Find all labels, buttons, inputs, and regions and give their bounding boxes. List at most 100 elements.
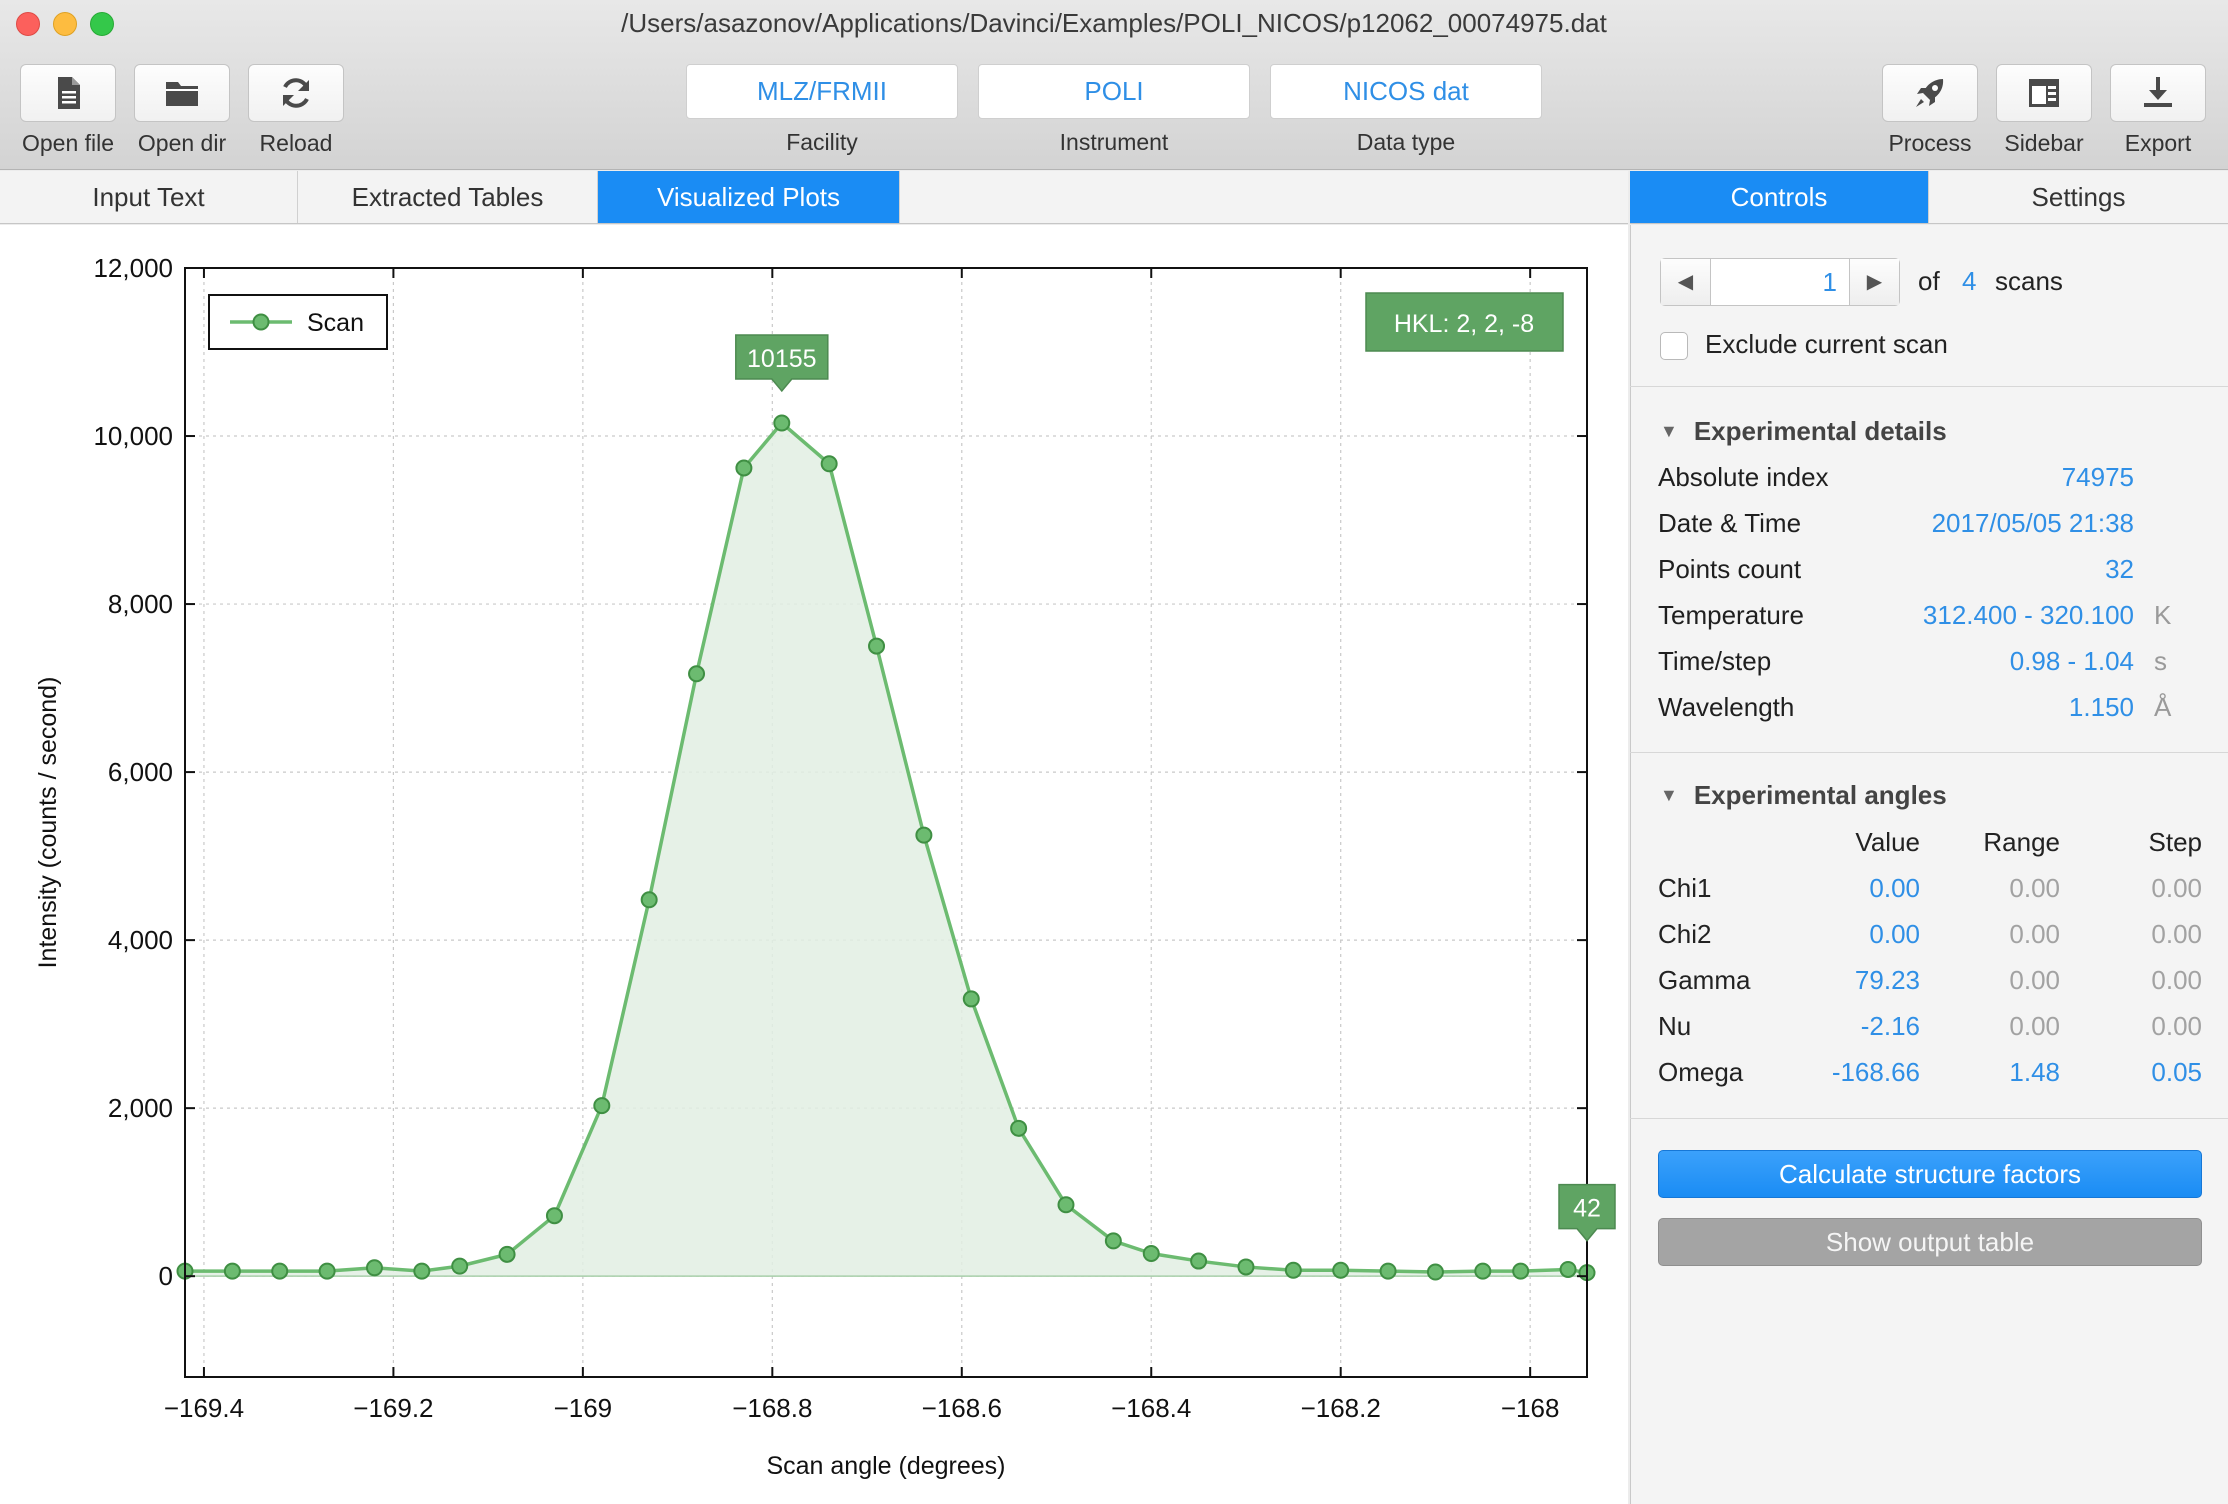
scan-stepper[interactable]: ◀ 1 ▶: [1660, 258, 1900, 306]
open-dir-button[interactable]: [134, 64, 230, 122]
open-dir-label: Open dir: [137, 130, 227, 156]
y-tick-label: 8,000: [108, 589, 173, 619]
previous-scan-button[interactable]: ◀: [1661, 259, 1711, 305]
angle-range: 1.48: [2009, 1057, 2060, 1087]
open-dir-tool[interactable]: Open dir: [134, 64, 230, 157]
calculate-structure-factors-button[interactable]: Calculate structure factors: [1658, 1150, 2202, 1198]
x-tick-label: −168.2: [1301, 1393, 1381, 1423]
data-point: [1104, 1232, 1122, 1250]
data-point: [1057, 1196, 1075, 1214]
next-scan-button[interactable]: ▶: [1849, 259, 1899, 305]
data-point: [1426, 1263, 1444, 1281]
y-tick-label: 2,000: [108, 1093, 173, 1123]
tab-input-text[interactable]: Input Text: [0, 171, 298, 223]
data-point: [1474, 1262, 1492, 1280]
tab-controls[interactable]: Controls: [1630, 171, 1929, 223]
x-tick-label: −169: [554, 1393, 613, 1423]
data-point: [1332, 1261, 1350, 1279]
angle-value: 0.00: [1869, 873, 1920, 903]
reload-tool[interactable]: Reload: [248, 64, 344, 157]
y-axis-label: Intensity (counts / second): [34, 677, 62, 969]
window-title: /Users/asazonov/Applications/Davinci/Exa…: [621, 8, 1607, 38]
data-point: [1284, 1261, 1302, 1279]
process-tool[interactable]: Process: [1882, 64, 1978, 157]
data-point: [271, 1262, 289, 1280]
angle-range: 0.00: [2009, 919, 2060, 949]
data-point: [773, 414, 791, 432]
angle-step: 0.00: [2151, 919, 2202, 949]
sidebar-toggle-button[interactable]: [1996, 64, 2092, 122]
main-tabbar: Input Text Extracted Tables Visualized P…: [0, 171, 1628, 224]
detail-key: Points count: [1658, 554, 1802, 584]
reload-label: Reload: [259, 130, 333, 156]
export-tool[interactable]: Export: [2110, 64, 2206, 157]
detail-key: Date & Time: [1658, 508, 1802, 538]
export-button[interactable]: [2110, 64, 2206, 122]
data-point: [545, 1207, 563, 1225]
angles-header-value: Value: [1855, 827, 1920, 857]
data-point: [223, 1262, 241, 1280]
download-icon: [2144, 77, 2172, 107]
process-button[interactable]: [1882, 64, 1978, 122]
facility-field[interactable]: MLZ/FRMII: [686, 64, 958, 119]
rocket-icon: [1916, 79, 1944, 107]
detail-value: 32: [2105, 554, 2134, 584]
data-point: [1142, 1244, 1160, 1262]
tab-extracted-tables[interactable]: Extracted Tables: [298, 171, 598, 223]
angle-value: -168.66: [1831, 1057, 1920, 1087]
angle-range: 0.00: [2009, 873, 2060, 903]
data-point: [1559, 1260, 1577, 1278]
plot-pane: −169.4 −169.2 −169 −168.8 −168.6 −168.4 −168.2…: [0, 225, 1628, 1504]
experimental-angles-header[interactable]: ▼ Experimental angles: [1660, 780, 1947, 811]
scans-label: scans: [1995, 266, 2063, 296]
experimental-angles-title: Experimental angles: [1693, 780, 1947, 810]
x-tick-label: −169.2: [353, 1393, 433, 1423]
open-file-button[interactable]: [20, 64, 116, 122]
y-tick-label: 0: [159, 1261, 173, 1291]
exclude-scan-checkbox[interactable]: [1660, 332, 1688, 360]
document-icon: [58, 77, 80, 109]
angle-value: 0.00: [1869, 919, 1920, 949]
experimental-details-title: Experimental details: [1693, 416, 1947, 446]
sidebar-tool[interactable]: Sidebar: [1996, 64, 2092, 157]
x-tick-label: −169.4: [164, 1393, 244, 1423]
data-point: [915, 826, 933, 844]
facility-selector[interactable]: MLZ/FRMII Facility: [686, 64, 958, 156]
peak-annotation-label: 10155: [747, 345, 817, 373]
reload-button[interactable]: [248, 64, 344, 122]
instrument-field[interactable]: POLI: [978, 64, 1250, 119]
angle-range: 0.00: [2009, 965, 2060, 995]
instrument-selector[interactable]: POLI Instrument: [978, 64, 1250, 156]
sidebar-icon: [2029, 79, 2059, 107]
scan-chart[interactable]: −169.4 −169.2 −169 −168.8 −168.6 −168.4 −168.2…: [0, 225, 1628, 1504]
data-point: [1512, 1262, 1530, 1280]
disclosure-triangle-icon[interactable]: ▼: [1660, 785, 1678, 806]
data-point: [1379, 1262, 1397, 1280]
tab-settings[interactable]: Settings: [1929, 171, 2228, 223]
x-tick-label: −168: [1501, 1393, 1560, 1423]
exclude-scan-label: Exclude current scan: [1705, 329, 1948, 359]
detail-key: Wavelength: [1658, 692, 1795, 722]
angles-header-step: Step: [2148, 827, 2203, 857]
open-file-tool[interactable]: Open file: [20, 64, 116, 157]
angle-value: -2.16: [1860, 1011, 1920, 1041]
angle-step: 0.05: [2151, 1057, 2202, 1087]
detail-key: Temperature: [1658, 600, 1804, 630]
tab-visualized-plots[interactable]: Visualized Plots: [598, 171, 900, 223]
experimental-details-header[interactable]: ▼ Experimental details: [1660, 416, 1947, 447]
reload-icon: [283, 78, 309, 108]
show-output-table-button[interactable]: Show output table: [1658, 1218, 2202, 1266]
disclosure-triangle-icon[interactable]: ▼: [1660, 421, 1678, 442]
data-point: [820, 455, 838, 473]
detail-unit: K: [2154, 600, 2172, 630]
datatype-field[interactable]: NICOS dat: [1270, 64, 1542, 119]
divider: [1630, 386, 2228, 387]
scan-number-field[interactable]: 1: [1711, 259, 1849, 305]
detail-unit: Å: [2154, 692, 2172, 722]
data-point: [593, 1097, 611, 1115]
x-tick-label: −168.6: [922, 1393, 1002, 1423]
datatype-selector[interactable]: NICOS dat Data type: [1270, 64, 1542, 156]
divider: [1630, 752, 2228, 753]
data-point: [365, 1259, 383, 1277]
angle-step: 0.00: [2151, 873, 2202, 903]
